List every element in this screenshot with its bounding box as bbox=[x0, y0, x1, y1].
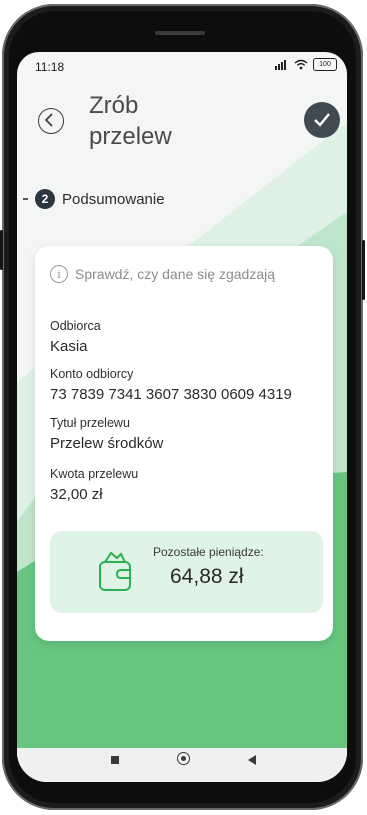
home-button[interactable] bbox=[177, 752, 190, 765]
wifi-icon bbox=[294, 59, 308, 70]
title-line-2: przelew bbox=[89, 123, 172, 150]
power-button bbox=[0, 230, 3, 270]
back-arrow-icon bbox=[44, 113, 53, 127]
step-number: 2 bbox=[35, 189, 55, 209]
volume-button bbox=[362, 240, 365, 300]
step-label: Podsumowanie bbox=[62, 190, 165, 208]
title-value: Przelew środków bbox=[50, 435, 164, 452]
back-button[interactable] bbox=[38, 108, 64, 134]
amount-label: Kwota przelewu bbox=[50, 467, 139, 481]
wallet-icon bbox=[99, 551, 131, 591]
recents-button[interactable] bbox=[111, 756, 119, 764]
step-indicator: 2 Podsumowanie bbox=[23, 189, 165, 209]
screen: 11:18 100 Zrób przelew 2 Podsumowanie i … bbox=[17, 52, 347, 782]
check-icon bbox=[314, 113, 330, 127]
remaining-value: 64,88 zł bbox=[170, 565, 244, 588]
title-line-1: Zrób bbox=[89, 92, 139, 119]
signal-icon bbox=[275, 59, 286, 70]
phone-speaker bbox=[155, 31, 205, 35]
status-bar: 11:18 100 bbox=[17, 52, 347, 80]
step-dash bbox=[23, 198, 28, 200]
info-row: i Sprawdź, czy dane się zgadzają bbox=[50, 265, 275, 283]
account-label: Konto odbiorcy bbox=[50, 367, 134, 381]
battery-icon: 100 bbox=[313, 58, 337, 71]
battery-level: 100 bbox=[319, 61, 331, 68]
confirm-button[interactable] bbox=[304, 102, 340, 138]
nav-back-button[interactable] bbox=[248, 755, 256, 765]
remaining-label: Pozostałe pieniądze: bbox=[153, 545, 264, 559]
recipient-label: Odbiorca bbox=[50, 319, 101, 333]
title-label: Tytuł przelewu bbox=[50, 416, 130, 430]
info-text: Sprawdź, czy dane się zgadzają bbox=[75, 266, 275, 282]
summary-card: i Sprawdź, czy dane się zgadzają Odbiorc… bbox=[35, 246, 333, 641]
amount-value: 32,00 zł bbox=[50, 486, 103, 503]
account-value: 73 7839 7341 3607 3830 0609 4319 bbox=[50, 386, 292, 403]
info-icon: i bbox=[50, 265, 68, 283]
remaining-funds-box: Pozostałe pieniądze: 64,88 zł bbox=[50, 531, 323, 613]
page-title: Zrób przelew bbox=[89, 90, 172, 152]
status-icons: 100 bbox=[275, 58, 337, 71]
recipient-value: Kasia bbox=[50, 338, 88, 355]
status-time: 11:18 bbox=[35, 60, 65, 74]
